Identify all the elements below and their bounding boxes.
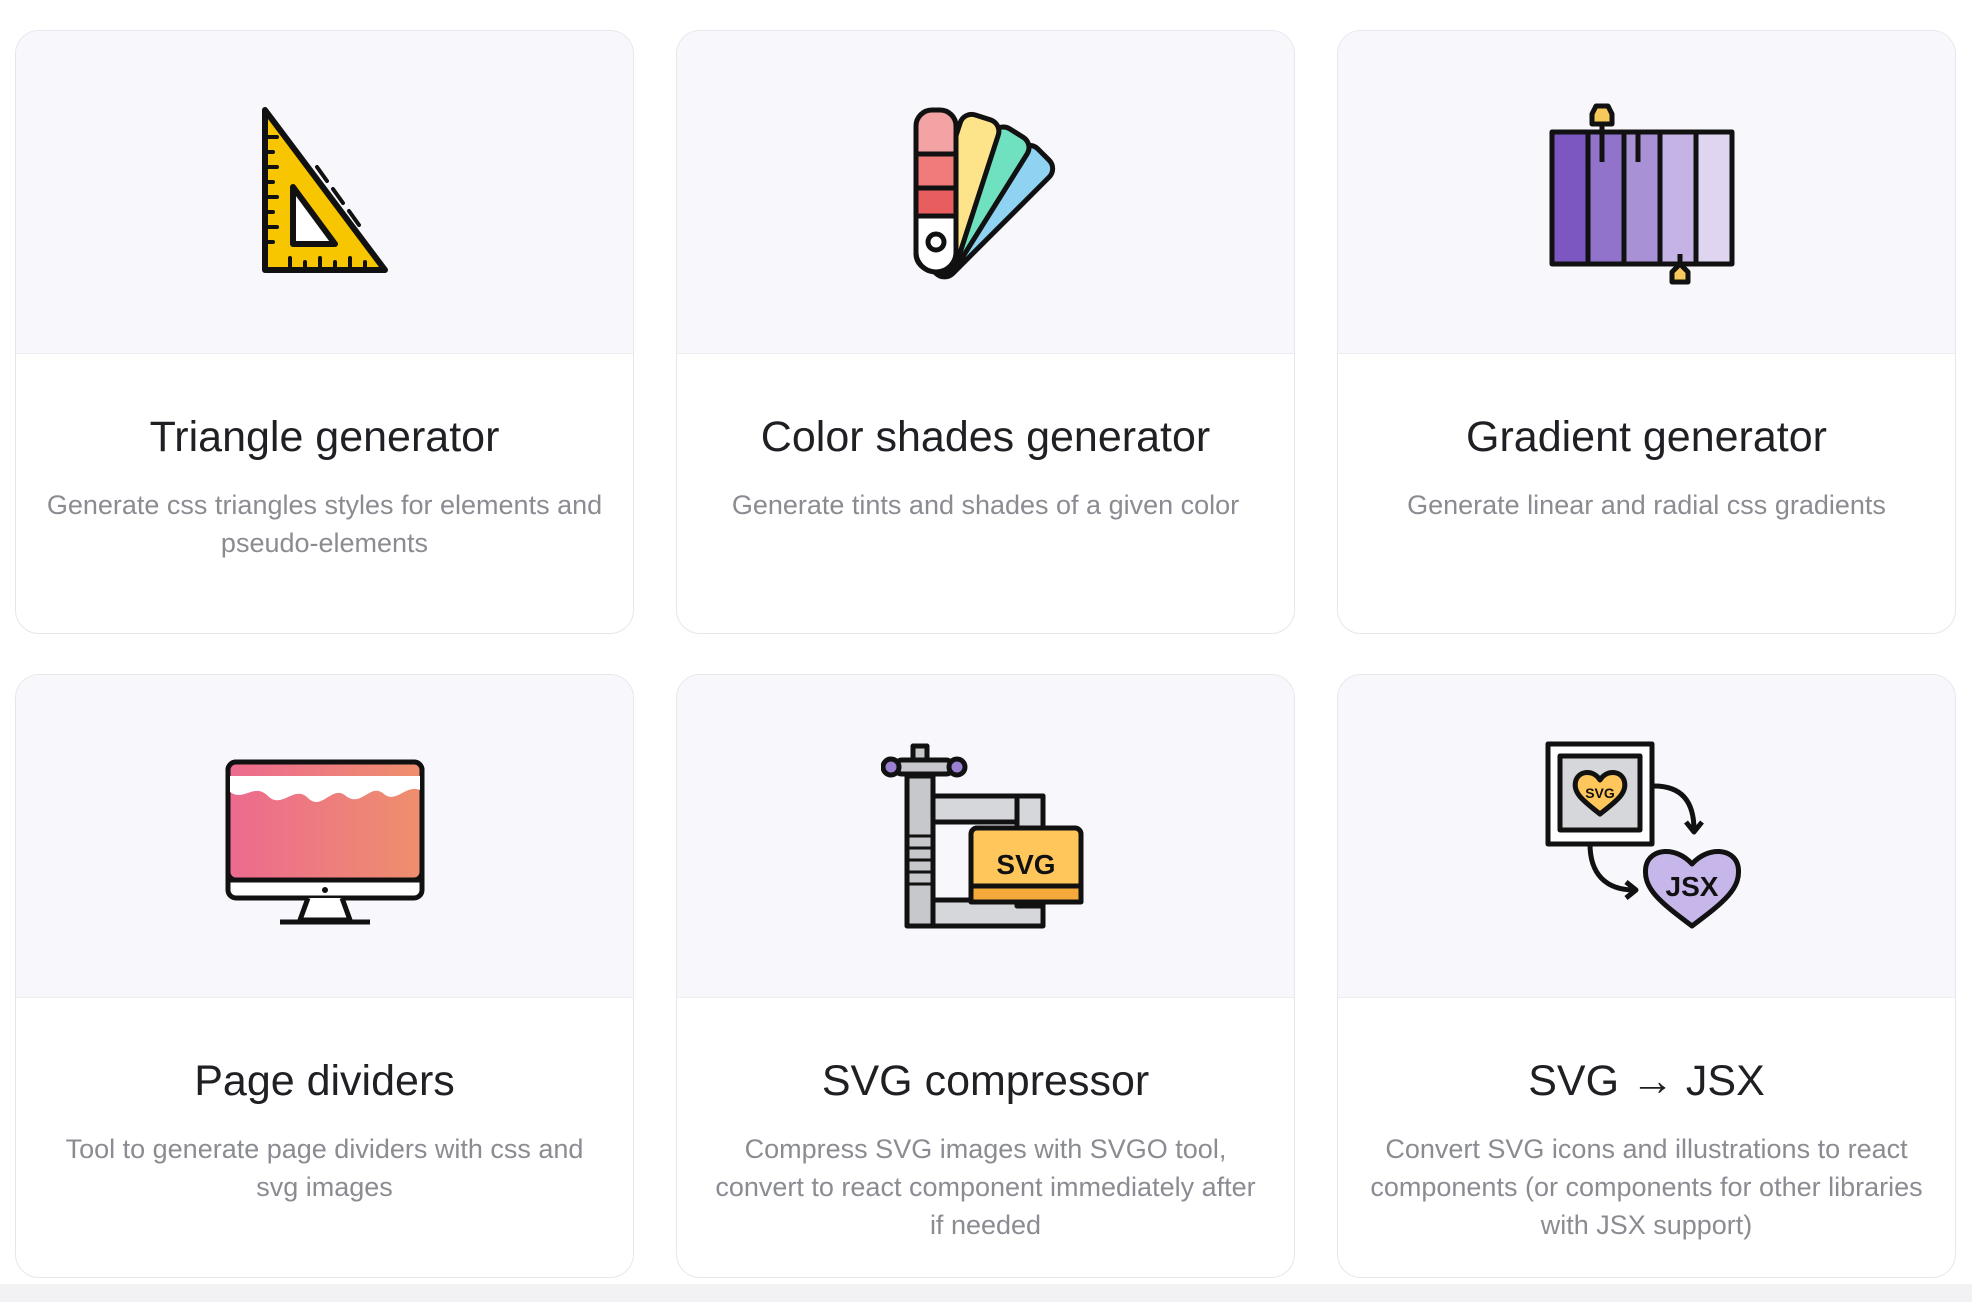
card-svg-to-jsx[interactable]: SVG JSX SVG → JSX Convert SVG icons and … — [1337, 674, 1956, 1278]
card-title: Color shades generator — [760, 413, 1211, 461]
card-triangle-generator[interactable]: Triangle generator Generate css triangle… — [15, 30, 634, 634]
svg-label: SVG — [996, 849, 1055, 880]
card-title: Gradient generator — [1466, 413, 1827, 461]
card-media: SVG — [677, 675, 1294, 998]
card-title: Page dividers — [194, 1057, 455, 1105]
card-media — [16, 675, 633, 998]
card-page-dividers[interactable]: Page dividers Tool to generate page divi… — [15, 674, 634, 1278]
card-description: Generate css triangles styles for elemen… — [46, 490, 603, 558]
card-description: Generate linear and radial css gradients — [1407, 490, 1886, 520]
card-description: Generate tints and shades of a given col… — [731, 490, 1240, 520]
jsx-badge-label: JSX — [1665, 871, 1718, 902]
card-media: SVG JSX — [1338, 675, 1955, 998]
card-description: Convert SVG icons and illustrations to r… — [1370, 1134, 1923, 1240]
monitor-wave-icon — [225, 759, 424, 925]
card-title: SVG → JSX — [1528, 1057, 1765, 1105]
color-swatches-icon — [913, 107, 1055, 280]
card-title: SVG compressor — [821, 1057, 1150, 1105]
svg-to-jsx-icon: SVG JSX — [1545, 741, 1741, 929]
card-media — [1338, 31, 1955, 354]
card-color-shades-generator[interactable]: Color shades generator Generate tints an… — [676, 30, 1295, 634]
card-description: Tool to generate page dividers with css … — [65, 1134, 584, 1202]
svg-badge-label: SVG — [1585, 785, 1615, 801]
card-title: Triangle generator — [149, 413, 500, 461]
card-media — [16, 31, 633, 354]
card-gradient-generator[interactable]: Gradient generator Generate linear and r… — [1337, 30, 1956, 634]
bottom-strip — [0, 1284, 1972, 1302]
svg-clamp-icon: SVG — [880, 743, 1083, 929]
card-svg-compressor[interactable]: SVG SVG compressor Compress SVG images w… — [676, 674, 1295, 1278]
tools-grid: Triangle generator Generate css triangle… — [15, 30, 1956, 1278]
gradient-bars-icon — [1549, 103, 1734, 285]
card-description: Compress SVG images with SVGO tool, conv… — [715, 1134, 1256, 1240]
set-square-icon — [261, 107, 388, 273]
card-media — [677, 31, 1294, 354]
